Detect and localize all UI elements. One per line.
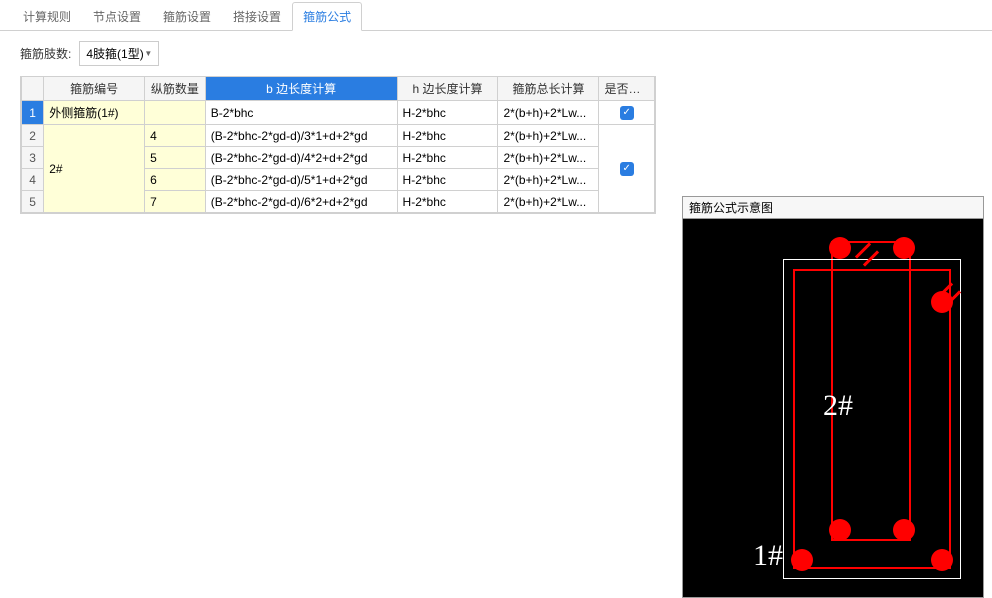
cell-total[interactable]: 2*(b+h)+2*Lw... <box>498 147 599 169</box>
cell-count[interactable]: 5 <box>145 147 206 169</box>
cell-total[interactable]: 2*(b+h)+2*Lw... <box>498 125 599 147</box>
row-number[interactable]: 4 <box>22 169 44 191</box>
cell-name[interactable]: 2# <box>44 125 145 213</box>
toolbar: 箍筋肢数: 4肢箍(1型) ▼ <box>0 31 992 76</box>
checkbox-icon[interactable]: ✓ <box>620 162 634 176</box>
tab-stirrup-formula[interactable]: 箍筋公式 <box>292 2 362 31</box>
rebar-dot <box>829 519 851 541</box>
cell-b[interactable]: B-2*bhc <box>205 101 397 125</box>
header-count[interactable]: 纵筋数量 <box>145 77 206 101</box>
header-output[interactable]: 是否输出 <box>599 77 655 101</box>
cell-b[interactable]: (B-2*bhc-2*gd-d)/3*1+d+2*gd <box>205 125 397 147</box>
tab-node-settings[interactable]: 节点设置 <box>82 2 152 30</box>
cell-b[interactable]: (B-2*bhc-2*gd-d)/5*1+d+2*gd <box>205 169 397 191</box>
cell-total[interactable]: 2*(b+h)+2*Lw... <box>498 101 599 125</box>
row-number[interactable]: 1 <box>22 101 44 125</box>
cell-count[interactable]: 4 <box>145 125 206 147</box>
tab-bar: 计算规则 节点设置 箍筋设置 搭接设置 箍筋公式 <box>0 0 992 31</box>
cell-count[interactable] <box>145 101 206 125</box>
tab-lap-settings[interactable]: 搭接设置 <box>222 2 292 30</box>
cell-h[interactable]: H-2*bhc <box>397 169 498 191</box>
dropdown-value: 4肢箍(1型) <box>86 45 143 62</box>
rebar-dot <box>829 237 851 259</box>
cell-total[interactable]: 2*(b+h)+2*Lw... <box>498 169 599 191</box>
diagram-canvas: 1# 2# <box>683 219 983 597</box>
row-number[interactable]: 2 <box>22 125 44 147</box>
row-number[interactable]: 3 <box>22 147 44 169</box>
header-name[interactable]: 箍筋编号 <box>44 77 145 101</box>
cell-count[interactable]: 7 <box>145 191 206 213</box>
cell-h[interactable]: H-2*bhc <box>397 101 498 125</box>
table-row[interactable]: 1 外侧箍筋(1#) B-2*bhc H-2*bhc 2*(b+h)+2*Lw.… <box>22 101 655 125</box>
checkbox-icon[interactable]: ✓ <box>620 106 634 120</box>
cell-b[interactable]: (B-2*bhc-2*gd-d)/6*2+d+2*gd <box>205 191 397 213</box>
diagram-label-1: 1# <box>753 539 783 573</box>
header-h-length[interactable]: h 边长度计算 <box>397 77 498 101</box>
table-row[interactable]: 2 2# 4 (B-2*bhc-2*gd-d)/3*1+d+2*gd H-2*b… <box>22 125 655 147</box>
rebar-dot <box>931 549 953 571</box>
tab-stirrup-settings[interactable]: 箍筋设置 <box>152 2 222 30</box>
cell-output[interactable]: ✓ <box>599 101 655 125</box>
rebar-dot <box>893 519 915 541</box>
formula-table: 箍筋编号 纵筋数量 b 边长度计算 h 边长度计算 箍筋总长计算 是否输出 1 … <box>20 76 656 214</box>
cell-h[interactable]: H-2*bhc <box>397 191 498 213</box>
cell-h[interactable]: H-2*bhc <box>397 125 498 147</box>
header-total-length[interactable]: 箍筋总长计算 <box>498 77 599 101</box>
diagram-label-2: 2# <box>823 389 853 423</box>
header-b-length[interactable]: b 边长度计算 <box>205 77 397 101</box>
tab-calc-rules[interactable]: 计算规则 <box>12 2 82 30</box>
rebar-dot <box>893 237 915 259</box>
cell-name[interactable]: 外侧箍筋(1#) <box>44 101 145 125</box>
stirrup-1-rect <box>793 269 951 569</box>
header-rownum <box>22 77 44 101</box>
cell-count[interactable]: 6 <box>145 169 206 191</box>
cell-output[interactable]: ✓ <box>599 125 655 213</box>
diagram-title: 箍筋公式示意图 <box>683 197 983 219</box>
cell-h[interactable]: H-2*bhc <box>397 147 498 169</box>
cell-b[interactable]: (B-2*bhc-2*gd-d)/4*2+d+2*gd <box>205 147 397 169</box>
chevron-down-icon: ▼ <box>144 49 152 58</box>
stirrup-count-label: 箍筋肢数: <box>20 45 71 62</box>
table-header-row: 箍筋编号 纵筋数量 b 边长度计算 h 边长度计算 箍筋总长计算 是否输出 <box>22 77 655 101</box>
row-number[interactable]: 5 <box>22 191 44 213</box>
rebar-dot <box>791 549 813 571</box>
stirrup-type-dropdown[interactable]: 4肢箍(1型) ▼ <box>79 41 159 66</box>
cell-total[interactable]: 2*(b+h)+2*Lw... <box>498 191 599 213</box>
diagram-panel: 箍筋公式示意图 1# 2# <box>682 196 984 598</box>
